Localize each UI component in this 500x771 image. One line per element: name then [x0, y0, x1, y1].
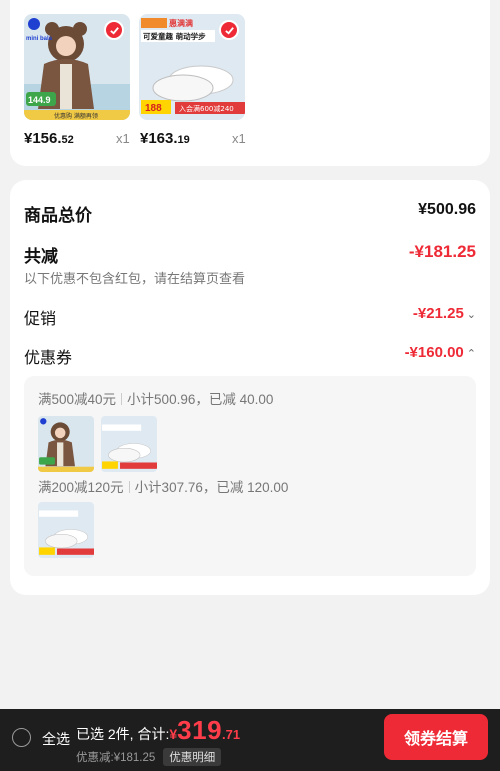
product-quantity: x1 [116, 131, 130, 146]
chevron-down-icon: ⌄ [466, 309, 476, 321]
shoes-strip-text: 入会满600减240 [179, 104, 234, 113]
discount-value: -¥181.25 [408, 242, 476, 261]
product-price: ¥163.19 [140, 130, 190, 147]
promo-toggle[interactable]: -¥21.25 ⌄ [413, 305, 476, 322]
select-all-label[interactable]: 全选 [42, 729, 70, 749]
saved-amount: 优惠减:¥181.25 优惠明细 [76, 748, 222, 766]
coupon-product-thumb [38, 416, 94, 472]
product-quantity: x1 [232, 131, 246, 146]
brand-logo-text: mini bala [26, 36, 53, 42]
select-all-radio-icon[interactable] [12, 728, 31, 747]
coupon-rule-line: 满200减120元 小计307.76，已减 120.00 [38, 480, 289, 495]
selected-check-icon[interactable] [104, 20, 124, 40]
coupon-detail-box: 满500减40元 小计500.96，已减 40.00 满200减120元 小计3… [24, 376, 476, 576]
discount-note: 以下优惠不包含红包，请在结算页查看 [24, 271, 246, 286]
discount-label: 共减 [24, 247, 58, 266]
checkout-button[interactable]: 领券结算 [384, 714, 488, 760]
product-image-jacket[interactable]: 144.9 优惠购 满额再领 mini bala [24, 14, 130, 120]
product-image-shoes[interactable]: 惠满满 可爱童趣 萌动学步 188 入会满600减240 [139, 14, 245, 120]
coupon-rule-line: 满500减40元 小计500.96，已减 40.00 [38, 392, 274, 407]
selected-check-icon[interactable] [219, 20, 239, 40]
product-price: ¥156.52 [24, 130, 74, 147]
coupon-product-thumb [38, 502, 94, 558]
coupon-product-thumb [101, 416, 157, 472]
selected-total: 已选 2件, 合计:¥319.71 [76, 715, 241, 745]
promo-label: 促销 [24, 311, 57, 328]
jacket-price-badge: 144.9 [28, 95, 51, 105]
shoes-price-badge: 188 [145, 103, 162, 114]
shoes-tag: 惠满满 [169, 18, 193, 28]
coupon-toggle[interactable]: -¥160.00 ⌃ [405, 344, 476, 361]
total-value: ¥500.96 [418, 201, 476, 218]
discount-detail-button[interactable]: 优惠明细 [163, 748, 222, 766]
cart-products-card: 144.9 优惠购 满额再领 mini bala 惠满满 可爱童趣 萌动学步 1… [10, 0, 490, 166]
price-summary-card: 商品总价 ¥500.96 共减 -¥181.25 以下优惠不包含红包，请在结算页… [10, 180, 490, 595]
jacket-strip-text: 优惠购 满额再领 [54, 112, 98, 120]
chevron-up-icon: ⌃ [466, 348, 476, 360]
shoes-headline: 可爱童趣 萌动学步 [143, 31, 206, 41]
checkout-bar: 全选 已选 2件, 合计:¥319.71 优惠减:¥181.25 优惠明细 领券结… [0, 709, 500, 771]
coupon-label: 优惠券 [24, 350, 73, 367]
total-label: 商品总价 [24, 206, 92, 225]
